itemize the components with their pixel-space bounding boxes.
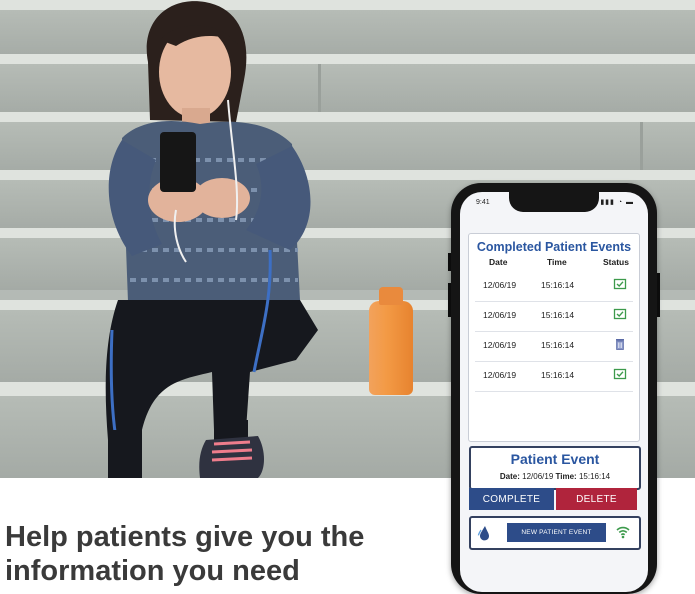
delete-button[interactable]: DELETE [556, 488, 637, 510]
event-time: 15:16:14 [541, 280, 575, 290]
event-row[interactable]: 12/06/19 15:16:14 [469, 332, 639, 362]
envelope-check-icon[interactable] [613, 307, 627, 321]
event-date: 12/06/19 [483, 280, 517, 290]
time-label: Time: [555, 472, 577, 481]
event-time: 15:16:14 [541, 340, 575, 350]
bottom-bar: NEW PATIENT EVENT [469, 516, 641, 550]
time-value: 15:16:14 [578, 472, 611, 481]
date-value: 12/06/19 [522, 472, 554, 481]
wifi-icon[interactable] [615, 524, 631, 540]
water-bottle [369, 287, 413, 395]
event-date: 12/06/19 [483, 310, 517, 320]
event-row[interactable]: 12/06/19 15:16:14 [469, 302, 639, 332]
column-header-status: Status [603, 257, 629, 267]
headline: Help patients give you the information y… [5, 521, 365, 587]
event-time: 15:16:14 [541, 370, 575, 380]
event-row[interactable]: 12/06/19 15:16:14 [469, 362, 639, 392]
new-patient-event-button[interactable]: NEW PATIENT EVENT [507, 523, 606, 542]
signal-battery-icon: ▮▮▮ ◔ ▬ [600, 199, 634, 206]
event-date: 12/06/19 [483, 370, 517, 380]
drop-icon[interactable] [476, 524, 492, 542]
phone-screen: 9:41 ▮▮▮ ◔ ▬ Completed Patient Events Da… [460, 192, 648, 592]
event-date: 12/06/19 [483, 340, 517, 350]
column-header-date: Date [489, 257, 508, 267]
event-time: 15:16:14 [541, 310, 575, 320]
notch [509, 192, 599, 212]
completed-events-card: Completed Patient Events Date Time Statu… [468, 233, 640, 442]
completed-events-title: Completed Patient Events [476, 240, 632, 254]
envelope-check-icon[interactable] [613, 277, 627, 291]
column-header-time: Time [547, 257, 567, 267]
patient-event-panel: Patient Event Date: 12/06/19 Time: 15:16… [469, 446, 641, 490]
trash-icon[interactable] [613, 337, 627, 351]
status-time: 9:41 [476, 199, 490, 206]
date-label: Date: [499, 472, 520, 481]
patient-event-datetime: Date: 12/06/19 Time: 15:16:14 [471, 472, 639, 481]
envelope-check-icon[interactable] [613, 367, 627, 381]
complete-button[interactable]: COMPLETE [469, 488, 554, 510]
patient-event-title: Patient Event [510, 451, 600, 467]
event-row[interactable]: 12/06/19 15:16:14 [469, 272, 639, 302]
phone-mockup: 9:41 ▮▮▮ ◔ ▬ Completed Patient Events Da… [448, 183, 660, 594]
